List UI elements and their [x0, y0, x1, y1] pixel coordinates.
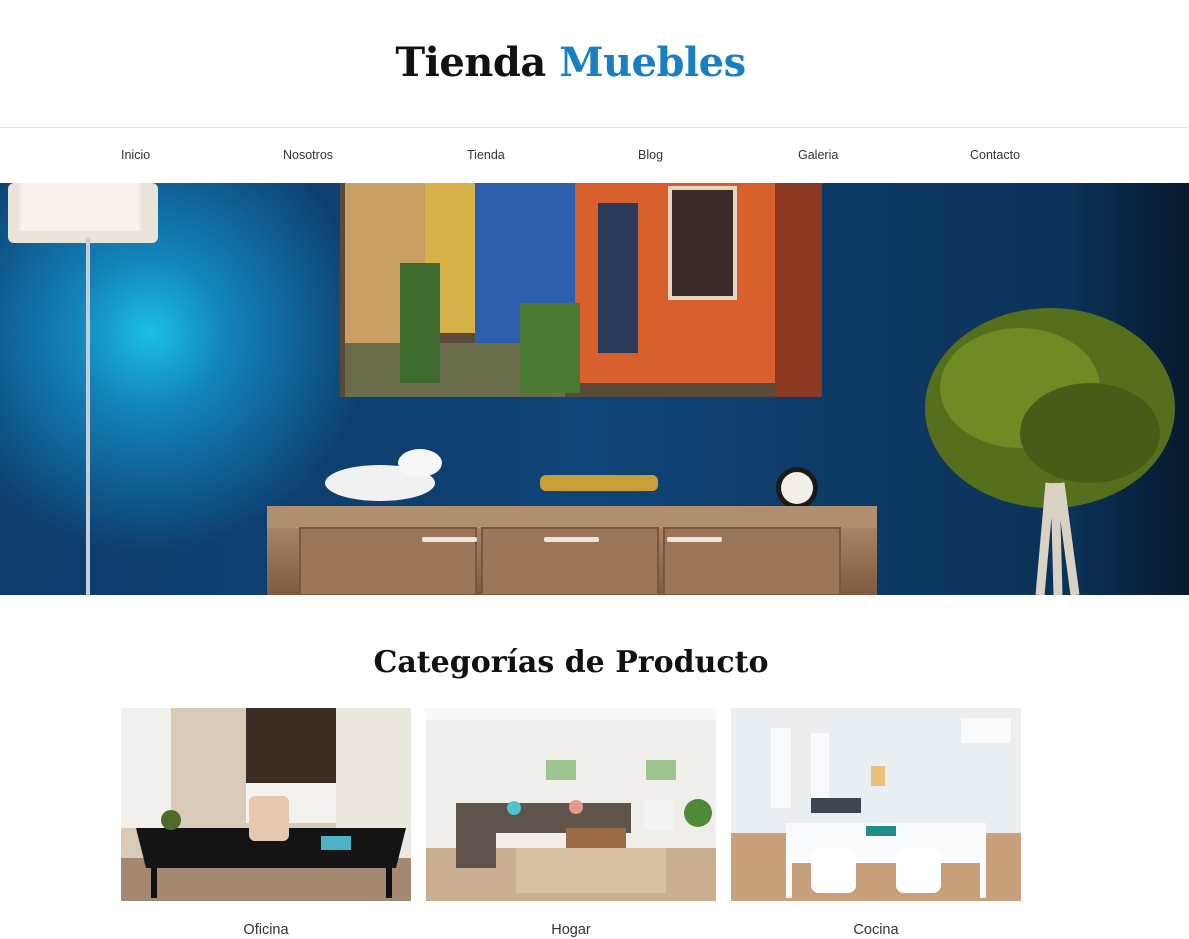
logo-text-primary: Tienda	[395, 39, 546, 86]
site-header: Tienda Muebles	[0, 0, 1189, 128]
main-nav: Inicio Nosotros Tienda Blog Galeria Cont…	[0, 128, 1189, 182]
hero-image	[0, 183, 1189, 595]
category-card-oficina[interactable]: Oficina	[121, 708, 411, 938]
nav-item-tienda[interactable]: Tienda	[467, 148, 505, 162]
hero-banner	[0, 183, 1189, 595]
nav-item-galeria[interactable]: Galeria	[798, 148, 838, 162]
category-label[interactable]: Cocina	[731, 922, 1021, 938]
category-card-hogar[interactable]: Hogar	[426, 708, 716, 938]
category-image-oficina[interactable]	[121, 708, 411, 901]
category-label[interactable]: Hogar	[426, 922, 716, 938]
logo-text-accent: Muebles	[559, 39, 746, 86]
nav-item-blog[interactable]: Blog	[638, 148, 663, 162]
category-image-hogar[interactable]	[426, 708, 716, 901]
category-label[interactable]: Oficina	[121, 922, 411, 938]
category-card-cocina[interactable]: Cocina	[731, 708, 1021, 938]
nav-item-nosotros[interactable]: Nosotros	[283, 148, 333, 162]
site-logo[interactable]: Tienda Muebles	[395, 39, 746, 86]
categories-title: Categorías de Producto	[373, 645, 769, 680]
category-image-cocina[interactable]	[731, 708, 1021, 901]
nav-item-inicio[interactable]: Inicio	[121, 148, 150, 162]
nav-item-contacto[interactable]: Contacto	[970, 148, 1020, 162]
